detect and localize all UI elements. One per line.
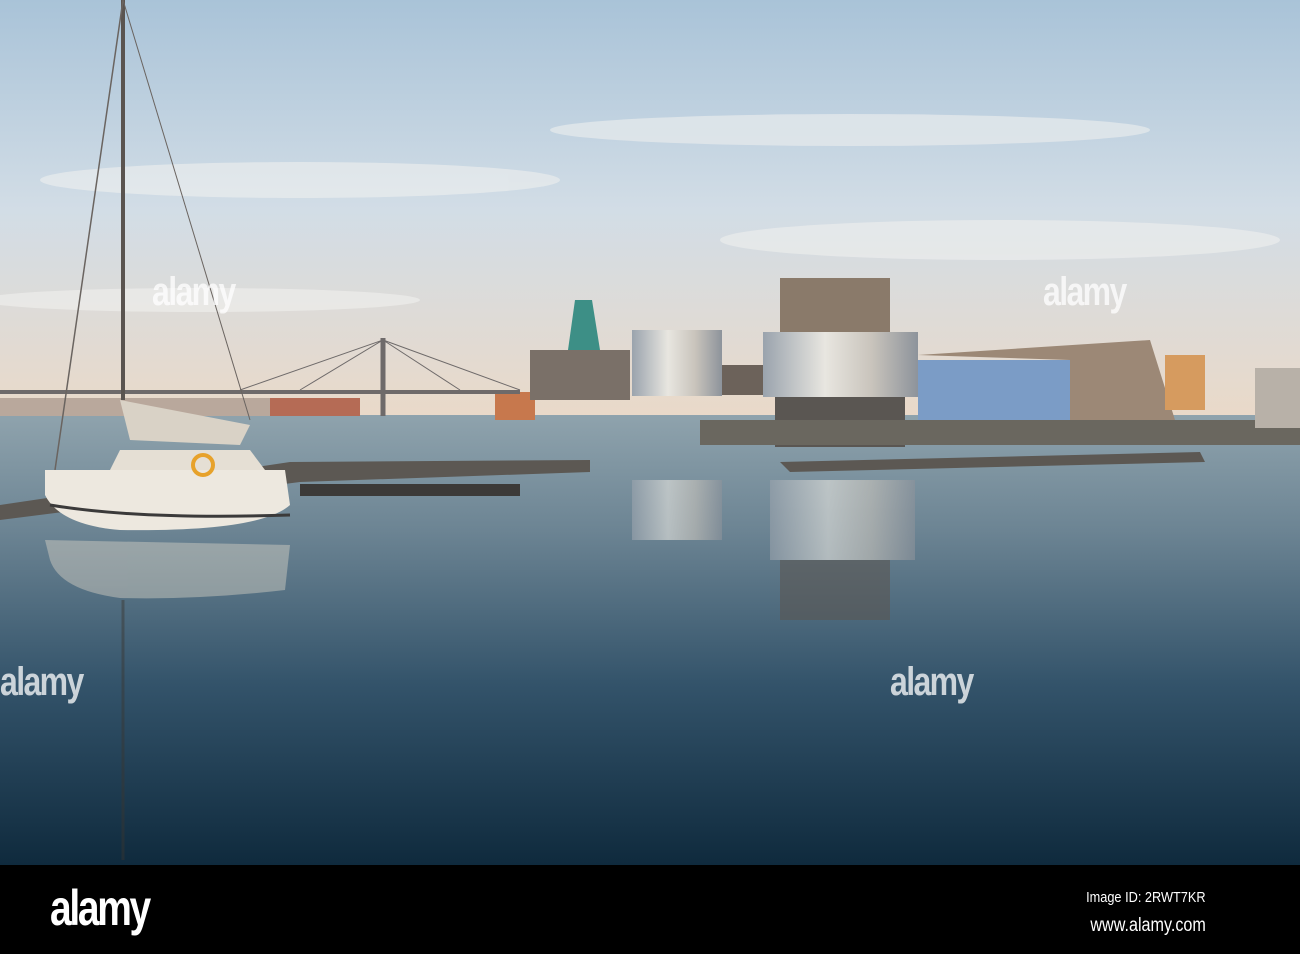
- watermark: alamy: [890, 660, 974, 704]
- website-link[interactable]: www.alamy.com: [1091, 915, 1206, 937]
- footer-bar: alamy Image ID: 2RWT7KR www.alamy.com: [0, 865, 1300, 954]
- harbor-photo: [0, 0, 1300, 865]
- image-id: Image ID: 2RWT7KR: [1086, 889, 1206, 906]
- watermark: alamy: [152, 270, 236, 314]
- alamy-logo: alamy: [50, 880, 151, 936]
- watermark: alamy: [1043, 270, 1127, 314]
- watermark: alamy: [0, 660, 84, 704]
